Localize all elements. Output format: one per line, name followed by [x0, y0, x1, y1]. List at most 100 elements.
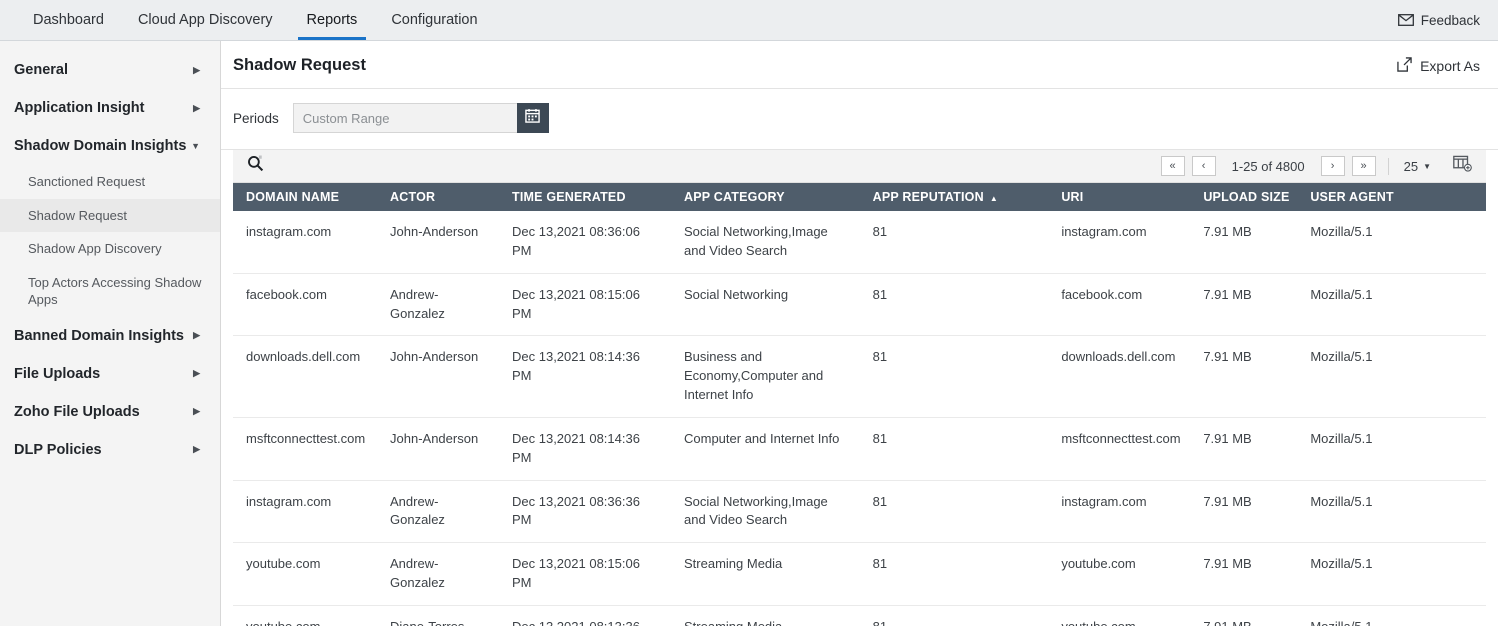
search-icon[interactable] — [247, 155, 264, 177]
cell-time: Dec 13,2021 08:14:36 PM — [499, 336, 671, 418]
column-header-agent[interactable]: USER AGENT — [1297, 183, 1486, 211]
column-header-label: USER AGENT — [1310, 190, 1394, 204]
cell-domain: instagram.com — [233, 480, 377, 543]
date-range-field — [293, 103, 549, 133]
table-header: DOMAIN NAME ACTORTIME GENERATEDAPP CATEGO… — [233, 183, 1486, 211]
cell-time: Dec 13,2021 08:15:06 PM — [499, 273, 671, 336]
calendar-button[interactable] — [517, 103, 549, 133]
chevron-right-icon: ▶ — [193, 331, 204, 340]
sidebar-item-shadow-app-discovery[interactable]: Shadow App Discovery — [0, 232, 220, 266]
custom-range-input[interactable] — [293, 103, 517, 133]
feedback-label: Feedback — [1421, 13, 1480, 28]
search-area — [247, 155, 264, 177]
cell-category: Social Networking — [671, 273, 860, 336]
previous-page-button[interactable]: ‹ — [1192, 156, 1216, 176]
sidebar-group-shadow-domain-insights[interactable]: Shadow Domain Insights ▼ — [0, 127, 220, 165]
cell-agent: Mozilla/5.1 — [1297, 480, 1486, 543]
export-as-label: Export As — [1420, 58, 1480, 74]
column-header-uri[interactable]: URI — [1048, 183, 1190, 211]
cell-size: 7.91 MB — [1190, 605, 1297, 626]
cell-actor: John-Anderson — [377, 336, 499, 418]
cell-reputation: 81 — [860, 417, 1049, 480]
nav-tab-list: DashboardCloud App DiscoveryReportsConfi… — [0, 0, 495, 40]
cell-actor: Diane-Torres — [377, 605, 499, 626]
table-row[interactable]: youtube.com Diane-TorresDec 13,2021 08:13… — [233, 605, 1486, 626]
sidebar-group-label: Zoho File Uploads — [14, 404, 140, 420]
cell-reputation: 81 — [860, 336, 1049, 418]
sidebar-item-shadow-request[interactable]: Shadow Request — [0, 199, 220, 233]
nav-tab-configuration[interactable]: Configuration — [374, 0, 494, 40]
filter-bar: Periods — [221, 89, 1498, 150]
column-settings-button[interactable] — [1453, 155, 1472, 177]
chevron-right-icon: ▶ — [193, 369, 204, 378]
mail-icon — [1398, 14, 1414, 26]
column-header-actor[interactable]: ACTOR — [377, 183, 499, 211]
sidebar: General▶Application Insight▶Shadow Domai… — [0, 41, 221, 626]
column-header-category[interactable]: APP CATEGORY — [671, 183, 860, 211]
sidebar-group-banned-domain-insights[interactable]: Banned Domain Insights▶ — [0, 317, 220, 355]
table-row[interactable]: facebook.comAndrew-GonzalezDec 13,2021 0… — [233, 273, 1486, 336]
chevron-right-icon: ▶ — [193, 445, 204, 454]
cell-category: Computer and Internet Info — [671, 417, 860, 480]
cell-agent: Mozilla/5.1 — [1297, 417, 1486, 480]
nav-tab-cloud-app-discovery[interactable]: Cloud App Discovery — [121, 0, 290, 40]
page-size-selector[interactable]: 25 ▼ — [1401, 159, 1434, 174]
sidebar-group-file-uploads[interactable]: File Uploads▶ — [0, 355, 220, 393]
cell-uri: youtube.com — [1048, 605, 1190, 626]
cell-time: Dec 13,2021 08:14:36 PM — [499, 417, 671, 480]
cell-domain: downloads.dell.com — [233, 336, 377, 418]
nav-tab-reports[interactable]: Reports — [290, 0, 375, 40]
next-page-button[interactable]: › — [1321, 156, 1345, 176]
column-header-label: DOMAIN NAME — [246, 190, 339, 204]
cell-time: Dec 13,2021 08:13:36 PM — [499, 605, 671, 626]
cell-category: Social Networking,Image and Video Search — [671, 211, 860, 273]
sidebar-group-label: General — [14, 62, 68, 78]
cell-size: 7.91 MB — [1190, 273, 1297, 336]
last-page-button[interactable]: » — [1352, 156, 1376, 176]
cell-agent: Mozilla/5.1 — [1297, 336, 1486, 418]
column-header-time[interactable]: TIME GENERATED — [499, 183, 671, 211]
cell-agent: Mozilla/5.1 — [1297, 211, 1486, 273]
sidebar-group-dlp-policies[interactable]: DLP Policies▶ — [0, 431, 220, 469]
cell-actor: John-Anderson — [377, 211, 499, 273]
first-page-button[interactable]: « — [1161, 156, 1185, 176]
table-row[interactable]: instagram.comAndrew-GonzalezDec 13,2021 … — [233, 480, 1486, 543]
cell-reputation: 81 — [860, 211, 1049, 273]
sidebar-group-label: Shadow Domain Insights — [14, 138, 186, 154]
nav-tab-dashboard[interactable]: Dashboard — [16, 0, 121, 40]
sidebar-group-general[interactable]: General ▶ — [0, 51, 220, 89]
table-row[interactable]: instagram.comJohn-AndersonDec 13,2021 08… — [233, 211, 1486, 273]
chevron-right-icon: ▶ — [193, 66, 204, 75]
table-row[interactable]: youtube.comAndrew-GonzalezDec 13,2021 08… — [233, 543, 1486, 606]
sidebar-group-zoho-file-uploads[interactable]: Zoho File Uploads▶ — [0, 393, 220, 431]
table-row[interactable]: msftconnecttest.comJohn-AndersonDec 13,2… — [233, 417, 1486, 480]
export-as-button[interactable]: Export As — [1397, 57, 1480, 75]
cell-size: 7.91 MB — [1190, 336, 1297, 418]
page-header: Shadow Request Export As — [221, 41, 1498, 89]
column-header-label: APP REPUTATION — [873, 190, 984, 204]
sidebar-group-application-insight[interactable]: Application Insight▶ — [0, 89, 220, 127]
cell-uri: youtube.com — [1048, 543, 1190, 606]
cell-domain: facebook.com — [233, 273, 377, 336]
cell-time: Dec 13,2021 08:15:06 PM — [499, 543, 671, 606]
cell-category: Business and Economy,Computer and Intern… — [671, 336, 860, 418]
sidebar-item-top-actors-accessing-shadow-apps[interactable]: Top Actors Accessing Shadow Apps — [0, 266, 220, 317]
column-header-domain[interactable]: DOMAIN NAME — [233, 183, 377, 211]
cell-time: Dec 13,2021 08:36:36 PM — [499, 480, 671, 543]
feedback-button[interactable]: Feedback — [1398, 0, 1480, 40]
pagination-controls: « ‹ 1-25 of 4800 › » 25 ▼ — [1161, 155, 1472, 177]
column-header-label: URI — [1061, 190, 1083, 204]
cell-reputation: 81 — [860, 543, 1049, 606]
cell-reputation: 81 — [860, 480, 1049, 543]
cell-size: 7.91 MB — [1190, 417, 1297, 480]
sidebar-item-sanctioned-request[interactable]: Sanctioned Request — [0, 165, 220, 199]
page-size-value: 25 — [1404, 159, 1418, 174]
chevron-down-icon: ▼ — [191, 142, 204, 151]
table-row[interactable]: downloads.dell.comJohn-AndersonDec 13,20… — [233, 336, 1486, 418]
cell-uri: instagram.com — [1048, 480, 1190, 543]
column-header-reputation[interactable]: APP REPUTATION▲ — [860, 183, 1049, 211]
column-header-size[interactable]: UPLOAD SIZE — [1190, 183, 1297, 211]
cell-uri: facebook.com — [1048, 273, 1190, 336]
periods-label: Periods — [233, 111, 279, 126]
table-columns-icon — [1453, 155, 1472, 177]
